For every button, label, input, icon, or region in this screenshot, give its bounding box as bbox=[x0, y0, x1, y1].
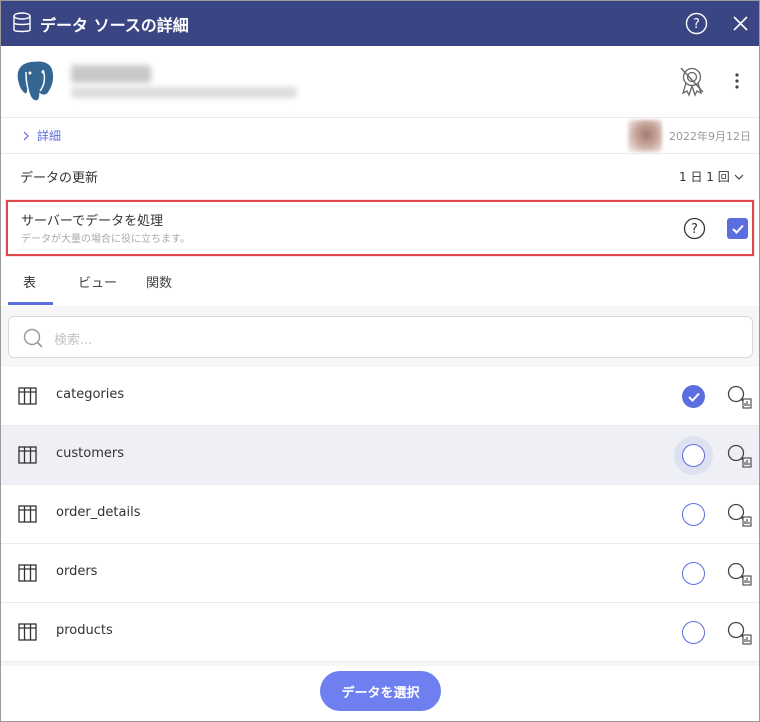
table-icon bbox=[18, 505, 37, 523]
table-row[interactable]: order_details bbox=[1, 485, 759, 544]
server-processing-checkbox[interactable] bbox=[727, 218, 748, 239]
close-icon[interactable] bbox=[732, 15, 749, 32]
table-select-toggle[interactable] bbox=[682, 385, 705, 408]
checkmark-icon bbox=[687, 392, 700, 402]
search-input[interactable]: 検索... bbox=[8, 316, 753, 358]
chevron-down-icon bbox=[734, 174, 744, 180]
details-date: 2022年9月12日 bbox=[669, 130, 751, 143]
table-select-toggle[interactable] bbox=[682, 444, 705, 467]
database-icon bbox=[13, 12, 31, 33]
search-placeholder: 検索... bbox=[54, 333, 93, 348]
tab-functions[interactable]: 関数 bbox=[146, 272, 172, 291]
window-title: データ ソースの詳細 bbox=[40, 16, 189, 35]
table-name: customers bbox=[56, 446, 124, 461]
active-tab-indicator bbox=[8, 302, 53, 305]
checkmark-icon bbox=[731, 224, 744, 234]
tab-tables[interactable]: 表 bbox=[23, 272, 36, 291]
preview-icon[interactable] bbox=[726, 443, 752, 469]
preview-icon[interactable] bbox=[726, 502, 752, 528]
source-header bbox=[1, 46, 759, 118]
title-bar: データ ソースの詳細 ? bbox=[1, 1, 759, 46]
table-row[interactable]: categories bbox=[1, 367, 759, 426]
preview-icon[interactable] bbox=[726, 561, 752, 587]
table-icon bbox=[18, 387, 37, 405]
refresh-row: データの更新 1 日 1 回 bbox=[1, 154, 759, 196]
source-name-redacted bbox=[71, 65, 151, 83]
table-name: products bbox=[56, 623, 113, 638]
refresh-label: データの更新 bbox=[20, 171, 99, 186]
avatar bbox=[628, 120, 662, 152]
svg-text:?: ? bbox=[691, 222, 698, 237]
server-processing-subtitle: データが大量の場合に役に立ちます。 bbox=[21, 234, 190, 245]
footer: データを選択 bbox=[1, 666, 759, 721]
preview-icon[interactable] bbox=[726, 620, 752, 646]
server-processing-section: サーバーでデータを処理 データが大量の場合に役に立ちます。 ? bbox=[6, 200, 754, 256]
table-list-area: 検索... categories customers order_details… bbox=[1, 306, 759, 666]
table-row[interactable]: products bbox=[1, 603, 759, 662]
server-processing-title: サーバーでデータを処理 bbox=[21, 214, 164, 229]
table-select-toggle[interactable] bbox=[682, 503, 705, 526]
details-link-label: 詳細 bbox=[37, 129, 62, 143]
refresh-frequency-select[interactable]: 1 日 1 回 bbox=[679, 168, 744, 185]
table-select-toggle[interactable] bbox=[682, 562, 705, 585]
details-link[interactable]: 詳細 bbox=[21, 127, 61, 144]
table-icon bbox=[18, 564, 37, 582]
kebab-menu-icon[interactable] bbox=[728, 71, 746, 91]
source-host-redacted bbox=[71, 87, 297, 98]
table-name: categories bbox=[56, 387, 125, 402]
help-icon[interactable]: ? bbox=[685, 12, 708, 35]
chevron-right-icon bbox=[23, 131, 29, 140]
table-icon bbox=[18, 623, 37, 641]
preview-icon[interactable] bbox=[726, 384, 752, 410]
table-row[interactable]: customers bbox=[1, 426, 759, 485]
tab-bar: 表 ビュー 関数 bbox=[1, 264, 759, 306]
svg-text:?: ? bbox=[693, 17, 700, 32]
table-name: orders bbox=[56, 564, 98, 579]
certificate-off-icon[interactable] bbox=[677, 65, 707, 97]
tab-views[interactable]: ビュー bbox=[78, 272, 117, 291]
table-row[interactable]: orders bbox=[1, 544, 759, 603]
postgresql-logo bbox=[16, 60, 55, 102]
table-icon bbox=[18, 446, 37, 464]
refresh-frequency-value: 1 日 1 回 bbox=[679, 170, 730, 184]
details-row: 詳細 2022年9月12日 bbox=[1, 118, 759, 154]
data-source-details-window: データ ソースの詳細 ? 詳細 2022年9月12日 データの更新 1 日 1 … bbox=[0, 0, 760, 722]
search-icon bbox=[23, 328, 43, 348]
table-select-toggle[interactable] bbox=[682, 621, 705, 644]
help-icon[interactable]: ? bbox=[683, 217, 706, 240]
table-name: order_details bbox=[56, 505, 141, 520]
select-data-button[interactable]: データを選択 bbox=[320, 671, 441, 711]
